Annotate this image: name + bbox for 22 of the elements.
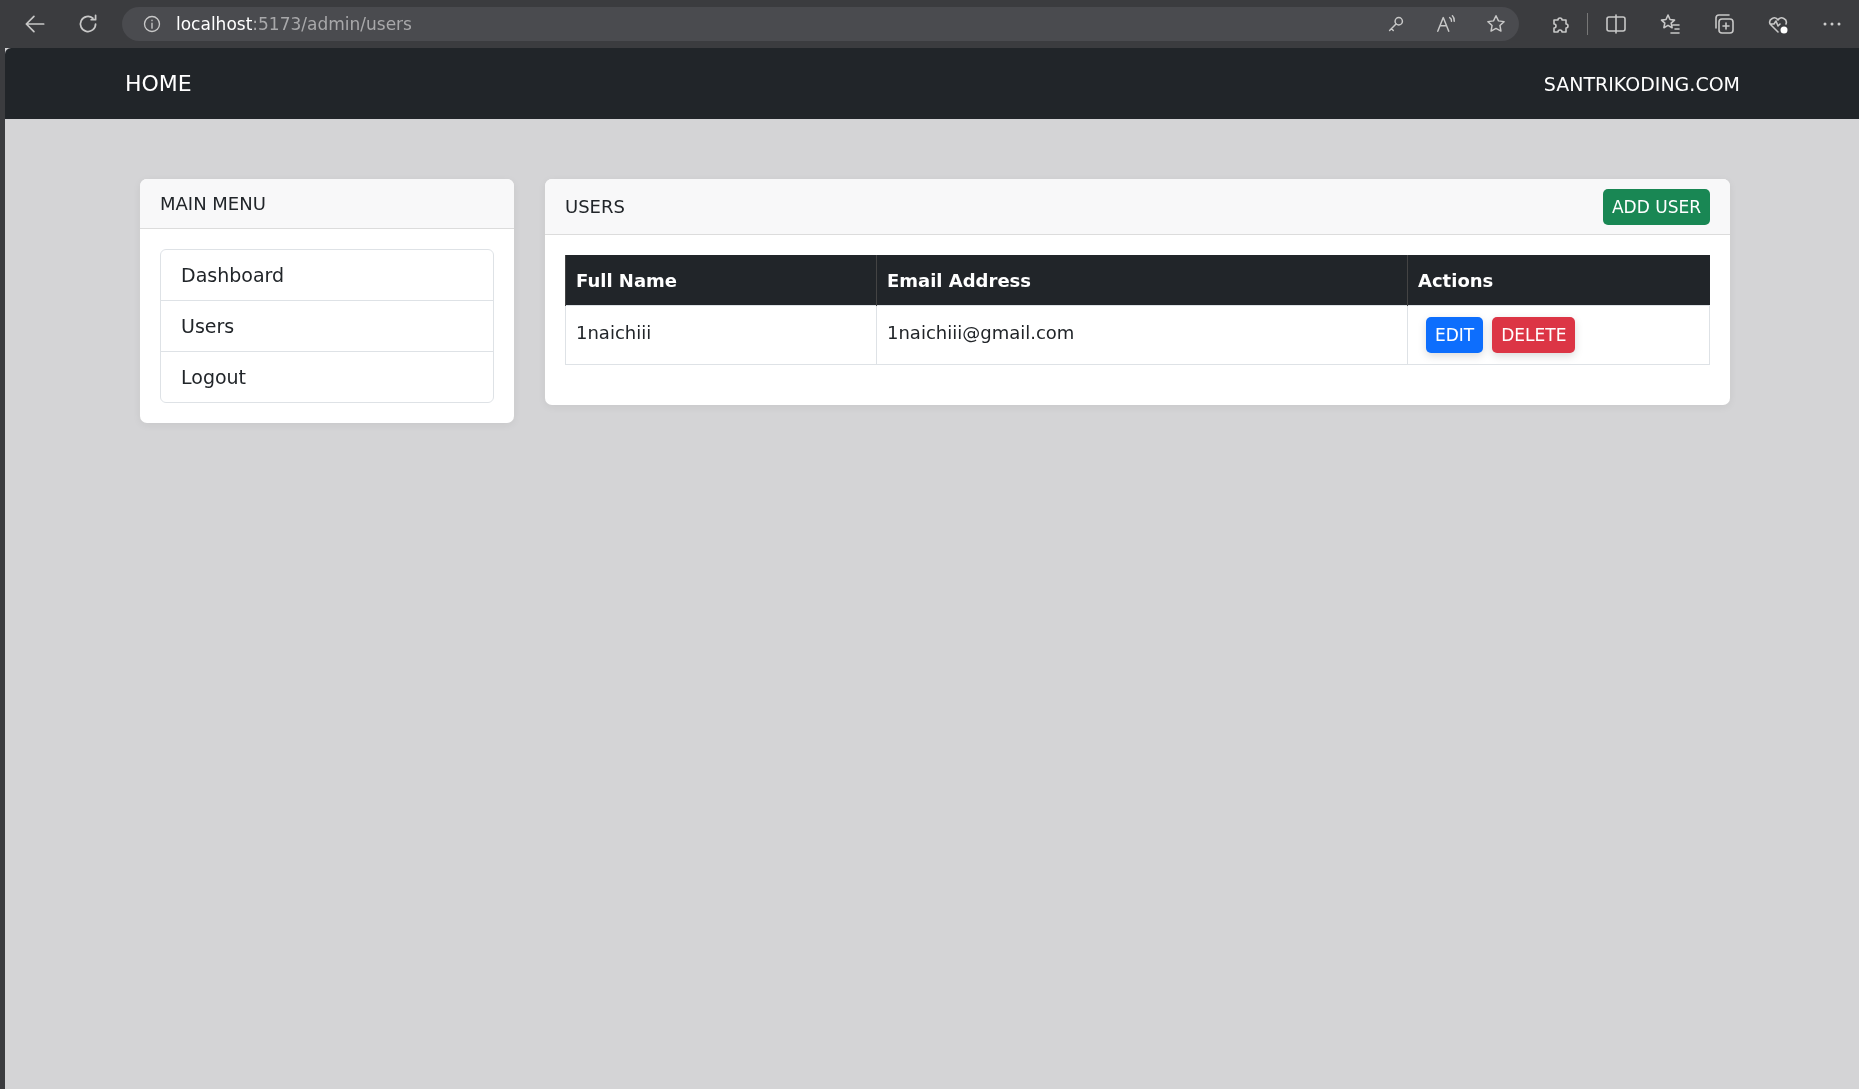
column-header: Actions [1407,255,1710,306]
split-screen-icon[interactable] [1604,12,1628,36]
info-icon[interactable] [142,14,162,34]
menu-item[interactable]: Dashboard [161,250,493,300]
address-bar[interactable]: localhost:5173/admin/users [122,7,1519,41]
table-cell: 1naichiii [565,305,877,365]
column-header: Full Name [565,255,877,306]
add-user-button[interactable]: ADD USER [1603,188,1710,225]
card-title: USERS [565,196,625,217]
menu-item[interactable]: Users [161,300,493,351]
table-cell: 1naichiii@gmail.com [876,305,1408,365]
column-header: Email Address [876,255,1408,306]
read-aloud-icon[interactable] [1435,13,1457,35]
home-link[interactable]: HOME [125,71,192,96]
card-title: MAIN MENU [160,193,266,214]
favorites-icon[interactable] [1658,12,1682,36]
collections-icon[interactable] [1712,12,1736,36]
site-link[interactable]: SANTRIKODING.COM [1543,72,1740,95]
menu-item[interactable]: Logout [161,351,493,402]
delete-button[interactable]: DELETE [1492,317,1576,353]
star-icon[interactable] [1485,13,1507,35]
edit-button[interactable]: EDIT [1426,317,1484,353]
